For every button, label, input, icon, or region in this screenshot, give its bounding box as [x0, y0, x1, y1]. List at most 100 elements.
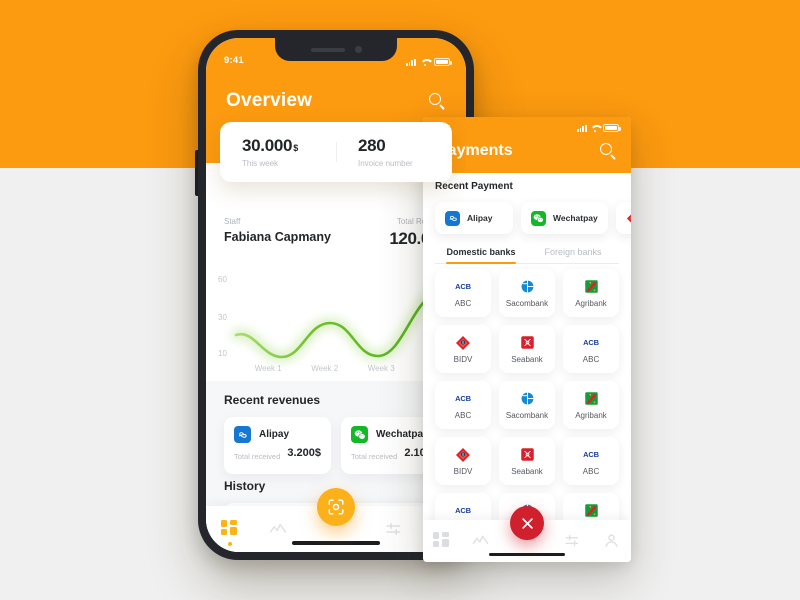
- sidebar-item-dashboard[interactable]: [221, 520, 239, 546]
- earpiece-speaker: [310, 47, 345, 52]
- search-icon[interactable]: [600, 142, 617, 160]
- staff-label: Staff: [224, 217, 241, 226]
- status-time: 9:41: [224, 55, 244, 66]
- bank-card[interactable]: BIDV: [435, 437, 491, 485]
- staff-name: Fabiana Capmany: [224, 230, 331, 244]
- payment-chip-label: Wechatpay: [553, 213, 598, 223]
- y-tick-60: 60: [218, 275, 227, 284]
- overview-title-row: Overview: [206, 90, 466, 112]
- bank-card-label: Seabank: [511, 355, 543, 364]
- staff-summary: Staff Fabiana Capmany Total Revenue 120.…: [224, 217, 448, 249]
- bank-card[interactable]: Sacombank: [499, 269, 555, 317]
- revenue-card-name: Wechatpay: [376, 429, 429, 440]
- agribank-logo-icon: [583, 278, 600, 295]
- x-tick-1: Week 2: [311, 364, 339, 373]
- sliders-icon: [386, 523, 400, 535]
- wechat-glyph: [533, 213, 544, 223]
- bank-card[interactable]: ACB ABC: [435, 381, 491, 429]
- battery-icon: [603, 124, 621, 132]
- phone2-status-bar: 9:41: [423, 117, 631, 139]
- bank-card[interactable]: BIDV: [435, 325, 491, 373]
- revenue-card-head: Alipay: [234, 426, 321, 443]
- wifi-icon: [420, 58, 430, 67]
- home-indicator: [292, 541, 380, 545]
- sidebar-item-transfers[interactable]: [385, 520, 403, 538]
- tab-domestic-banks[interactable]: Domestic banks: [435, 247, 527, 264]
- bank-card-label: ABC: [454, 299, 472, 308]
- stat-week-value: 30.000$: [242, 136, 298, 155]
- sidebar-item-analytics[interactable]: [269, 520, 287, 538]
- sidebar-item-dashboard[interactable]: [433, 532, 451, 550]
- wechat-glyph: [354, 429, 366, 440]
- recent-payment-title: Recent Payment: [435, 181, 513, 192]
- stat-week: 30.000$ This week: [220, 136, 336, 168]
- front-camera: [354, 46, 362, 53]
- revenue-card[interactable]: Alipay 3.200$ Total received: [224, 417, 331, 474]
- recent-payment-strip[interactable]: Alipay Wechatpay: [435, 202, 631, 234]
- page-title: Overview: [226, 90, 313, 111]
- bank-card[interactable]: ACB ABC: [563, 437, 619, 485]
- bank-card-label: Agribank: [575, 411, 607, 420]
- y-tick-10: 10: [218, 349, 227, 358]
- bidv-logo-icon: [455, 334, 472, 351]
- chart-y-axis: 60 30 10: [218, 273, 240, 361]
- phone-device-payments: 9:41 Payments Recent Payment: [423, 117, 631, 562]
- bank-card[interactable]: Agribank: [563, 269, 619, 317]
- screenshot-canvas: 9:41 Overview 30.000$ This week 280 Invo…: [0, 0, 800, 600]
- signal-icon: [405, 58, 416, 66]
- bank-card[interactable]: ACB ABC: [563, 325, 619, 373]
- bank-card[interactable]: Seabank: [499, 437, 555, 485]
- acb-logo-icon: ACB: [455, 282, 471, 291]
- alipay-glyph: [238, 432, 247, 438]
- bank-category-tabs: Domestic banks Foreign banks: [435, 247, 619, 264]
- agribank-glyph: [584, 280, 598, 293]
- bank-card-label: Sacombank: [505, 299, 549, 308]
- recent-payment-section: Recent Payment Alipay Wechatpay: [435, 181, 631, 234]
- agribank-glyph: [584, 504, 598, 517]
- tab-foreign-banks[interactable]: Foreign banks: [527, 247, 619, 263]
- chart-line-icon: [269, 523, 287, 533]
- sidebar-item-profile[interactable]: [603, 532, 621, 550]
- agribank-glyph: [584, 392, 598, 405]
- revenue-card-name: Alipay: [259, 429, 290, 440]
- search-icon[interactable]: [429, 92, 446, 110]
- bank-card-label: BIDV: [453, 355, 473, 364]
- acb-logo-icon: ACB: [455, 394, 471, 403]
- revenue-card-foot: 3.200$ Total received: [234, 443, 321, 464]
- status-indicators: [405, 58, 452, 67]
- stat-week-label: This week: [242, 159, 279, 168]
- y-tick-30: 30: [218, 313, 227, 322]
- bank-card[interactable]: Sacombank: [499, 381, 555, 429]
- user-icon: [605, 534, 618, 547]
- payment-chip[interactable]: Wechatpay: [521, 202, 608, 234]
- bank-card-label: ABC: [582, 467, 600, 476]
- bank-card-label: ABC: [454, 411, 472, 420]
- bidv-glyph: [456, 447, 470, 462]
- bank-card[interactable]: Seabank: [499, 325, 555, 373]
- bidv-glyph: [626, 213, 631, 223]
- payments-title-row: Payments: [423, 142, 631, 160]
- payment-chip[interactable]: Wallet: [615, 202, 631, 234]
- agribank-logo-icon: [583, 502, 600, 519]
- bank-card-label: ABC: [582, 355, 600, 364]
- bank-grid[interactable]: ACB ABC Sacombank Agribank BIDV Seabank ACB ABC…: [435, 269, 619, 541]
- stat-invoice-label: Invoice number: [358, 159, 413, 168]
- x-tick-0: Week 1: [254, 364, 282, 373]
- bank-card[interactable]: ACB ABC: [435, 269, 491, 317]
- alipay-logo-icon: [234, 426, 251, 443]
- bank-card-label: BIDV: [453, 467, 473, 476]
- scan-fab-button[interactable]: [317, 488, 355, 526]
- recent-revenues-cards: Alipay 3.200$ Total received Wechatpay 2…: [224, 417, 448, 474]
- close-fab-button[interactable]: [510, 506, 544, 540]
- x-tick-2: Week 3: [367, 364, 395, 373]
- bank-card[interactable]: Agribank: [563, 381, 619, 429]
- home-indicator: [489, 552, 565, 556]
- sacombank-glyph: [521, 280, 533, 293]
- stats-card: 30.000$ This week 280 Invoice number: [220, 122, 452, 182]
- sidebar-item-analytics[interactable]: [472, 532, 490, 550]
- revenue-card-amount: 3.200$: [287, 447, 321, 459]
- bank-card-label: Agribank: [575, 299, 607, 308]
- sacombank-logo-icon: [519, 390, 536, 407]
- sidebar-item-transfers[interactable]: [564, 532, 582, 550]
- payment-chip[interactable]: Alipay: [435, 202, 513, 234]
